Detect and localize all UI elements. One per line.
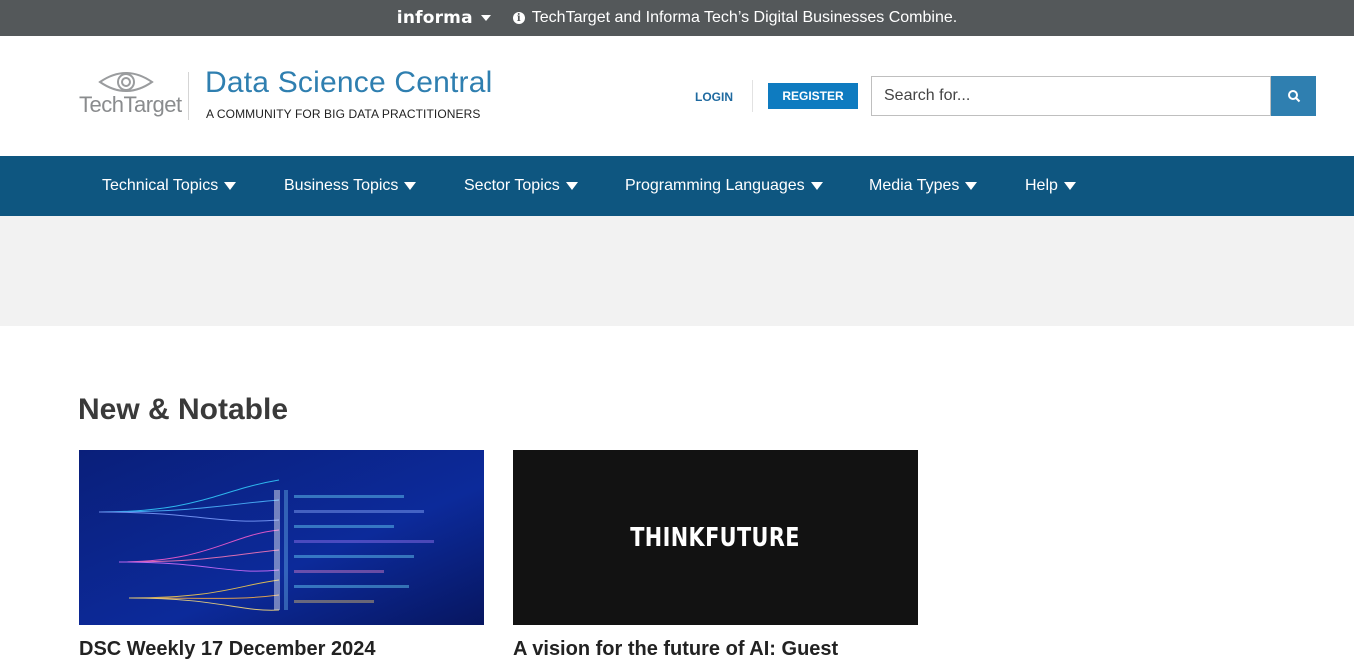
search-button[interactable]	[1271, 76, 1316, 116]
dropdown-arrow-icon	[404, 182, 417, 190]
techtarget-wordmark: TechTarget	[79, 92, 182, 117]
article-title[interactable]: DSC Weekly 17 December 2024	[79, 638, 375, 661]
notice-link[interactable]: i TechTarget and Informa Tech’s Digital …	[512, 9, 958, 27]
site-header: TechTarget Data Science Central A COMMUN…	[0, 36, 1354, 156]
article-thumbnail[interactable]: THINKFUTURE	[513, 450, 918, 625]
info-icon: i	[512, 12, 525, 24]
chevron-down-icon	[480, 15, 491, 21]
article-card[interactable]: DSC Weekly 17 December 2024	[79, 450, 484, 660]
site-tagline: A COMMUNITY FOR BIG DATA PRACTITIONERS	[206, 107, 481, 121]
login-link[interactable]: LOGIN	[695, 90, 733, 104]
register-button[interactable]: REGISTER	[768, 83, 858, 109]
dropdown-arrow-icon	[565, 182, 578, 190]
nav-technical-topics[interactable]: Technical Topics	[102, 156, 237, 216]
nav-media-types[interactable]: Media Types	[869, 156, 978, 216]
nav-help[interactable]: Help	[1025, 156, 1076, 216]
nav-label: Technical Topics	[102, 177, 219, 194]
header-separator	[752, 80, 753, 112]
nav-business-topics[interactable]: Business Topics	[284, 156, 417, 216]
dropdown-arrow-icon	[810, 182, 823, 190]
informa-notice-bar: informa i TechTarget and Informa Tech’s …	[0, 0, 1354, 36]
article-thumbnail[interactable]	[79, 450, 484, 625]
dropdown-arrow-icon	[965, 182, 978, 190]
notice-text: TechTarget and Informa Tech’s Digital Bu…	[531, 9, 958, 26]
informa-logo: informa	[396, 8, 473, 28]
section-title: New & Notable	[78, 393, 289, 426]
logo-divider	[188, 72, 189, 120]
data-stream-image	[79, 450, 484, 625]
ad-banner-area	[0, 216, 1354, 326]
search-input[interactable]	[871, 76, 1271, 116]
article-title[interactable]: A vision for the future of AI: Guest	[513, 638, 838, 661]
nav-label: Sector Topics	[464, 177, 560, 194]
search-icon	[1287, 90, 1300, 103]
main-nav: Technical Topics Business Topics Sector …	[0, 156, 1354, 216]
eye-logo-icon	[98, 72, 154, 92]
techtarget-logo[interactable]: TechTarget	[79, 70, 182, 122]
dropdown-arrow-icon	[224, 182, 237, 190]
nav-label: Help	[1025, 177, 1058, 194]
thinkfuture-logo: THINKFUTURE	[630, 522, 801, 553]
informa-menu[interactable]: informa	[397, 8, 491, 28]
nav-label: Media Types	[869, 177, 960, 194]
nav-label: Business Topics	[284, 177, 399, 194]
article-card[interactable]: THINKFUTURE A vision for the future of A…	[513, 450, 918, 660]
dropdown-arrow-icon	[1063, 182, 1076, 190]
nav-label: Programming Languages	[625, 177, 805, 194]
site-title[interactable]: Data Science Central	[205, 66, 492, 100]
nav-programming-languages[interactable]: Programming Languages	[625, 156, 823, 216]
nav-sector-topics[interactable]: Sector Topics	[464, 156, 578, 216]
